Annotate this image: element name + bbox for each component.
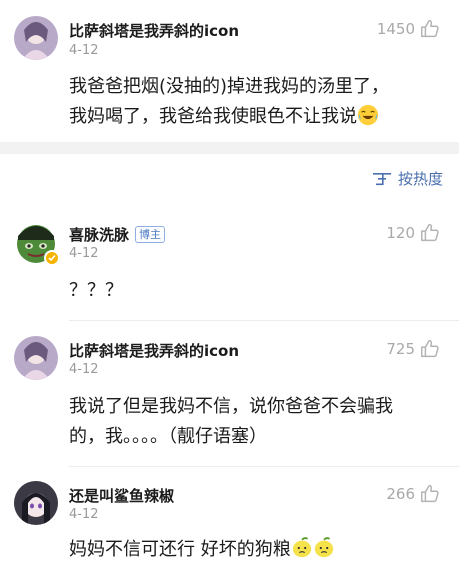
like-count: 266 (386, 485, 415, 503)
thumbs-up-icon (421, 223, 439, 242)
lemon-emoji (292, 537, 311, 558)
comment-text: 我说了但是我妈不信，说你爸爸不会骗我 的，我。。。。（靓仔语塞） (69, 392, 439, 452)
crying-laughing-emoji (357, 104, 379, 126)
like-count: 725 (386, 340, 415, 358)
username[interactable]: 比萨斜塔是我弄斜的icon (69, 20, 239, 41)
comment-text-line: 我妈喝了，我爸给我使眼色不让我说 (69, 106, 357, 127)
sort-button[interactable]: 按热度 (372, 168, 443, 189)
like-button[interactable]: 120 (386, 222, 441, 244)
comment-text-line: 我爸爸把烟(没抽的)掉进我妈的汤里了， (69, 76, 390, 97)
username[interactable]: 比萨斜塔是我弄斜的icon (69, 340, 239, 361)
like-button[interactable]: 266 (386, 483, 441, 505)
username[interactable]: 喜脉洗脉 博主 (69, 224, 166, 245)
like-count: 1450 (376, 20, 415, 38)
comment-text-line: 的，我。。。。（靓仔语塞） (69, 426, 267, 447)
sort-label: 按热度 (397, 170, 443, 188)
sort-icon (372, 172, 391, 185)
author-badge: 博主 (135, 226, 166, 243)
like-button[interactable]: 1450 (377, 18, 441, 40)
comment-text-line-2: 我妈喝了，我爸给我使眼色不让我说 (69, 102, 439, 132)
comment-text: 我爸爸把烟(没抽的)掉进我妈的汤里了， 我妈喝了，我爸给我使眼色不让我说 (69, 72, 439, 132)
comment-separator (69, 466, 459, 467)
comment-date: 4-12 (69, 507, 99, 522)
comment-text: 妈妈不信可还行 好坏的狗粮 (69, 535, 439, 565)
avatar[interactable] (14, 481, 58, 525)
comment-date: 4-12 (69, 246, 99, 261)
comment-text-line: 我说了但是我妈不信，说你爸爸不会骗我 (69, 396, 393, 417)
avatar[interactable] (14, 16, 58, 60)
verified-badge-icon (44, 250, 60, 266)
thumbs-up-icon (421, 339, 439, 358)
section-divider (0, 142, 459, 154)
comment-text: ？？？ (69, 280, 123, 301)
username[interactable]: 还是叫鲨鱼辣椒 (69, 485, 174, 506)
like-count: 120 (386, 224, 415, 242)
comment-text-line: 妈妈不信可还行 好坏的狗粮 (69, 539, 291, 560)
comment-separator (69, 320, 459, 321)
thumbs-up-icon (421, 19, 439, 38)
avatar[interactable] (14, 336, 58, 380)
username-text: 喜脉洗脉 (69, 226, 130, 244)
comment-date: 4-12 (69, 43, 99, 58)
lemon-emoji (314, 537, 333, 558)
like-button[interactable]: 725 (386, 338, 441, 360)
thumbs-up-icon (421, 484, 439, 503)
comment-date: 4-12 (69, 362, 99, 377)
